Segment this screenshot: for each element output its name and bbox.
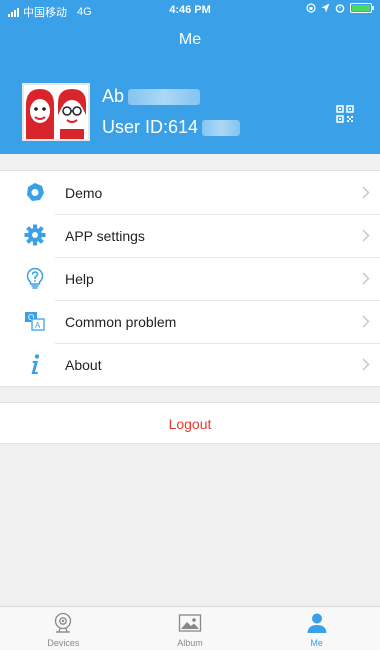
nav-bar: Me <box>0 20 380 64</box>
menu-item-demo[interactable]: Demo <box>0 171 380 214</box>
menu-item-help[interactable]: Help <box>0 257 380 300</box>
user-id: User ID:614 <box>102 117 241 138</box>
info-icon <box>24 353 46 375</box>
user-id-text: User ID:614 <box>102 117 199 137</box>
menu-label-demo: Demo <box>65 184 103 201</box>
battery-icon <box>350 3 374 13</box>
profile-header[interactable]: Ab User ID:614 <box>0 64 380 154</box>
person-icon <box>307 613 327 633</box>
avatar[interactable] <box>22 83 90 141</box>
redacted-name <box>128 88 201 105</box>
chevron-right-icon <box>362 358 370 371</box>
location-icon <box>321 3 330 13</box>
gear-icon <box>24 224 46 246</box>
qr-code-icon[interactable] <box>336 105 354 123</box>
menu-label-app-settings: APP settings <box>65 227 145 244</box>
menu-label-common-problem: Common problem <box>65 313 177 330</box>
menu-label-about: About <box>65 356 102 373</box>
chevron-right-icon <box>362 315 370 328</box>
tab-label-album: Album <box>177 638 203 648</box>
status-bar: 中国移动 4G 4:46 PM <box>0 0 380 20</box>
username: Ab <box>102 86 201 107</box>
tab-me[interactable]: Me <box>253 607 380 650</box>
tab-bar: Devices Album Me <box>0 606 380 650</box>
menu-item-about[interactable]: About <box>0 343 380 386</box>
common-problem-icon: Q A <box>24 310 46 332</box>
redacted-user-id <box>202 119 241 136</box>
logout-label: Logout <box>168 416 212 432</box>
rotation-lock-icon <box>306 3 316 13</box>
avatar-illustration <box>24 85 88 139</box>
menu-label-help: Help <box>65 270 94 287</box>
camera-icon <box>55 612 72 633</box>
demo-icon <box>24 181 46 203</box>
logout-button[interactable]: Logout <box>0 402 380 444</box>
tab-album[interactable]: Album <box>127 607 254 650</box>
chevron-right-icon <box>362 229 370 242</box>
chevron-right-icon <box>362 272 370 285</box>
chevron-right-icon <box>362 186 370 199</box>
album-icon <box>178 614 202 632</box>
menu-item-app-settings[interactable]: APP settings <box>0 214 380 257</box>
menu-item-common-problem[interactable]: Q A Common problem <box>0 300 380 343</box>
status-right <box>306 3 374 13</box>
help-bulb-icon <box>24 267 46 289</box>
tab-devices[interactable]: Devices <box>0 607 127 650</box>
username-text: Ab <box>102 86 125 106</box>
svg-text:A: A <box>35 321 41 330</box>
settings-menu: Demo APP settings Help Q A Common proble… <box>0 170 380 387</box>
tab-label-me: Me <box>310 638 323 648</box>
alarm-icon <box>335 4 345 13</box>
tab-label-devices: Devices <box>47 638 80 648</box>
page-title: Me <box>178 31 202 48</box>
